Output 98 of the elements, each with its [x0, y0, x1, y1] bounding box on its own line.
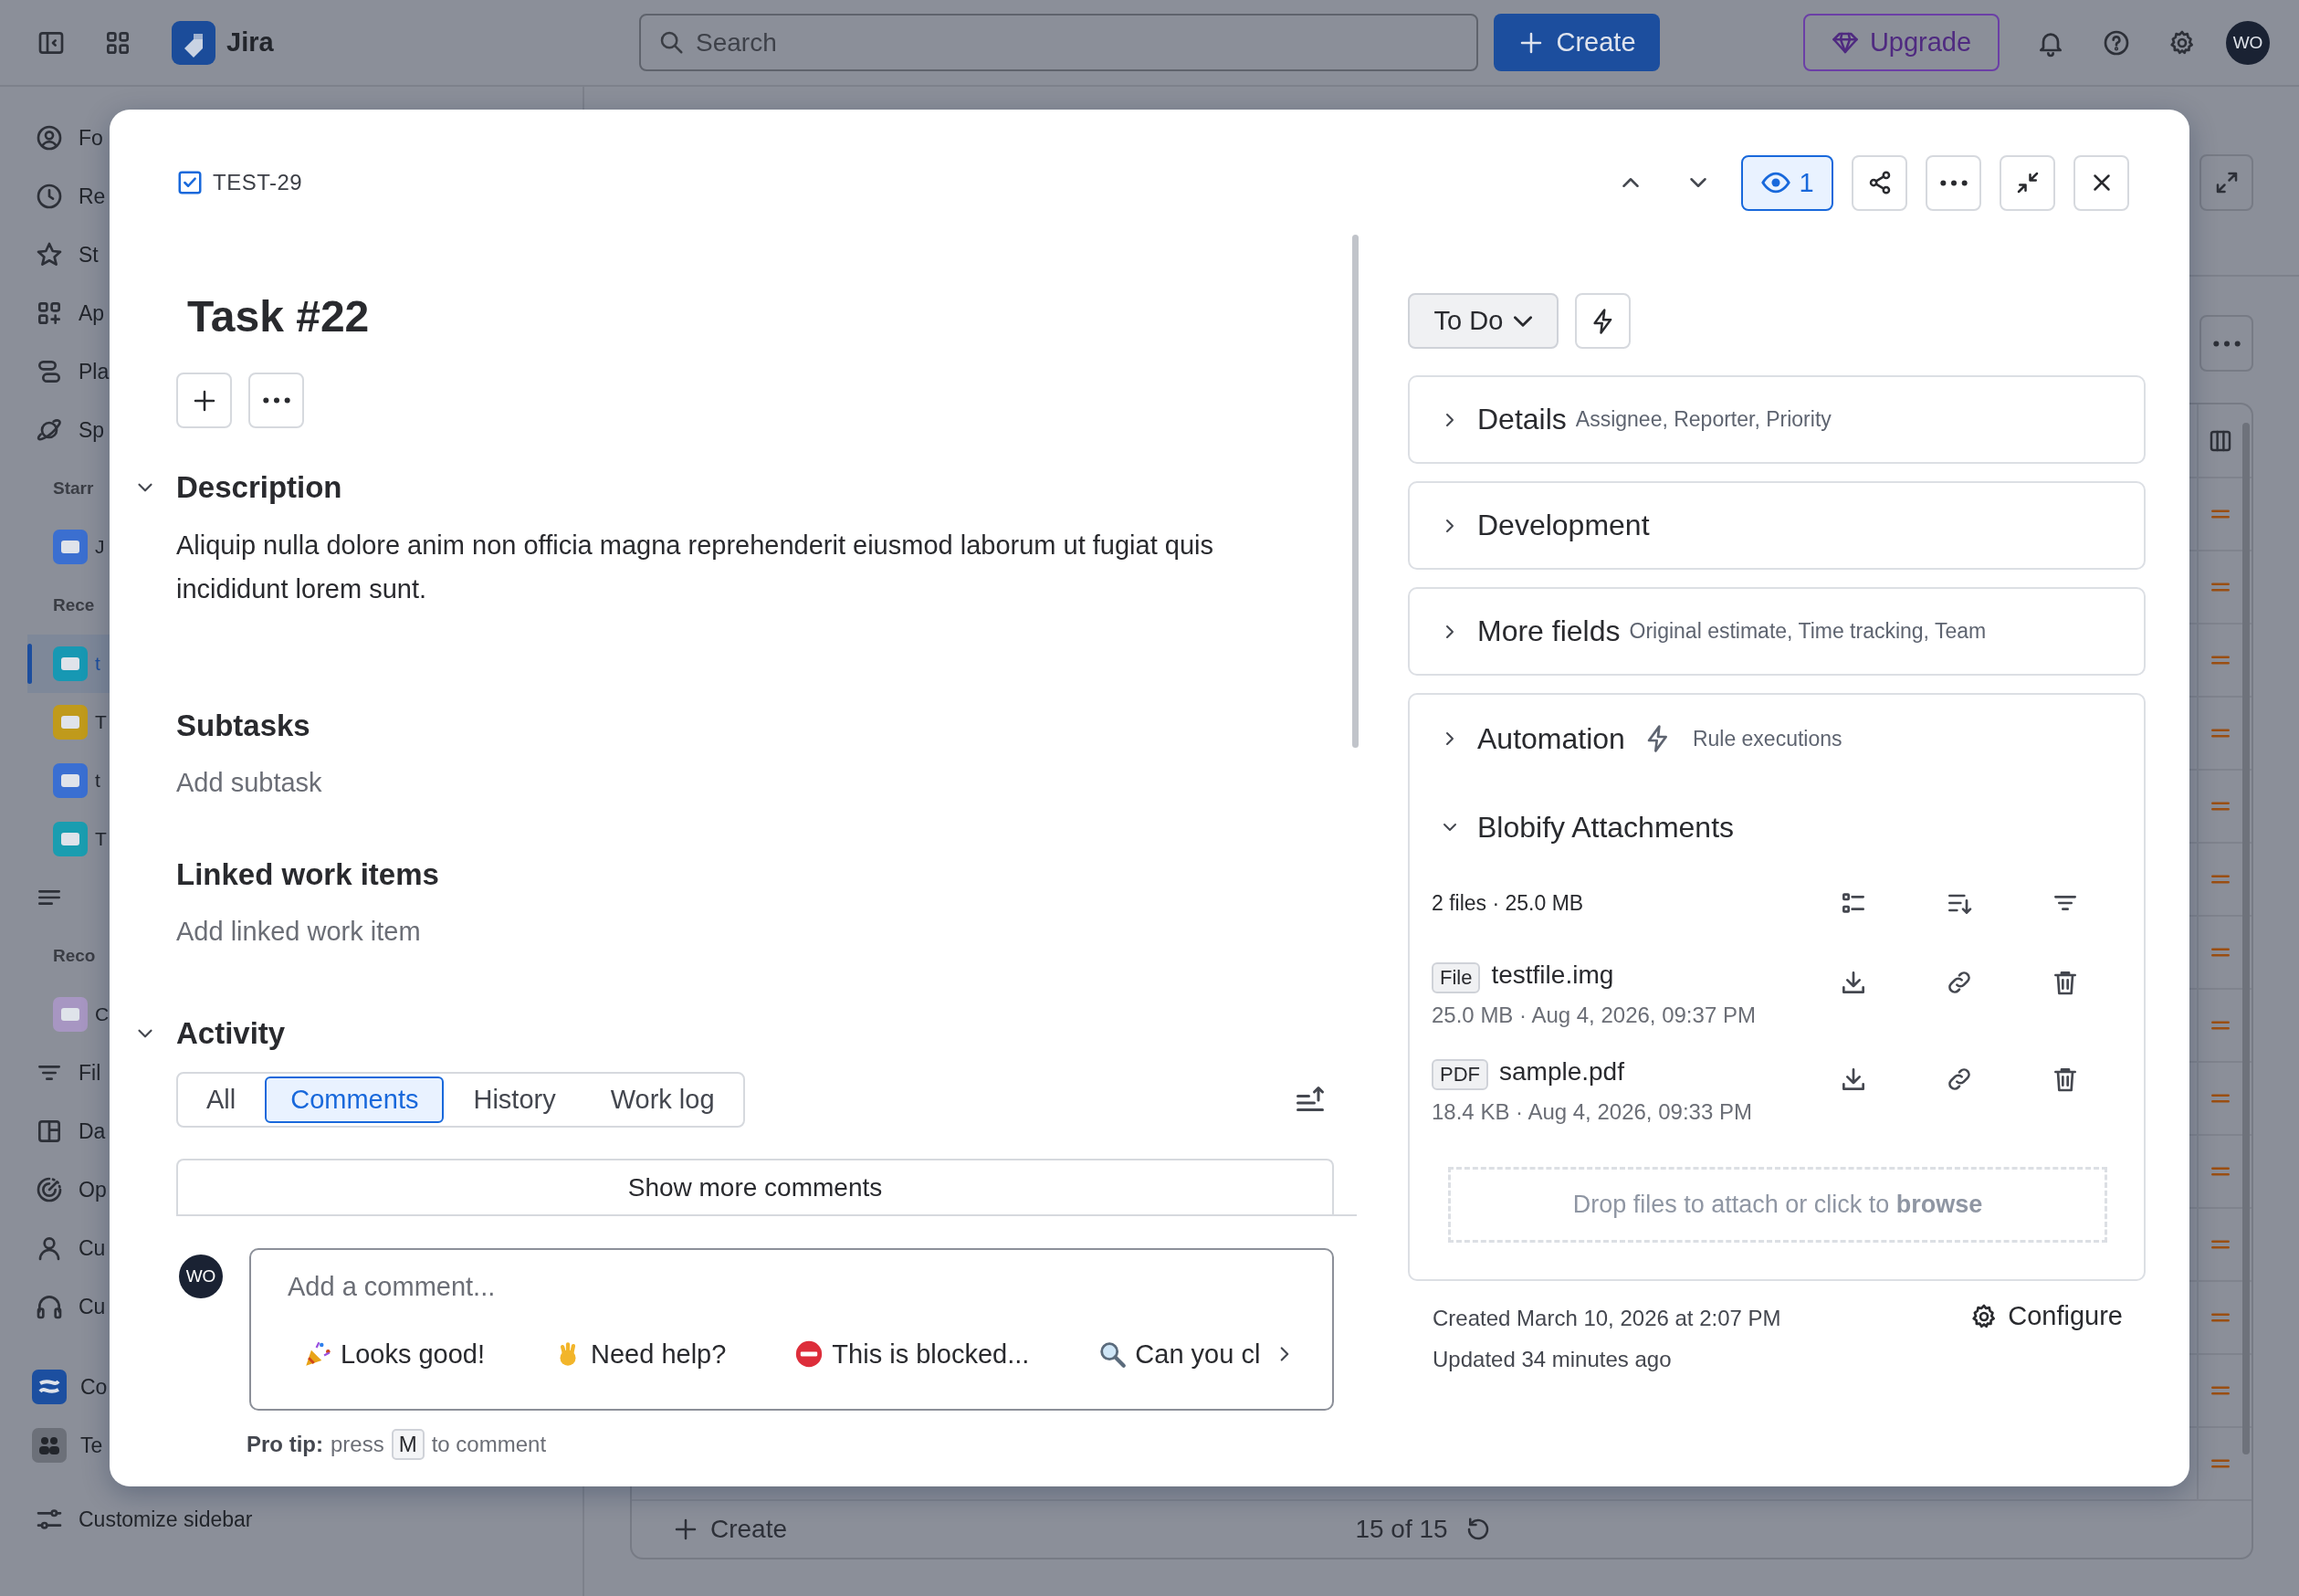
panel-title[interactable]: Automation — [1477, 721, 1625, 756]
file-meta: 18.4 KB · Aug 4, 2026, 09:33 PM — [1432, 1099, 1752, 1125]
radar-icon[interactable] — [35, 1175, 64, 1204]
activity-tab[interactable]: Work log — [584, 1076, 740, 1123]
logo-icon[interactable] — [172, 20, 215, 65]
section-heading: Description — [176, 470, 342, 505]
upgrade-button[interactable]: Upgrade — [1803, 14, 2000, 71]
pro-tip-text: press — [331, 1432, 384, 1457]
scrollbar[interactable] — [1352, 235, 1359, 748]
more-button[interactable] — [2199, 315, 2253, 372]
project-icon[interactable] — [53, 763, 88, 798]
file-name[interactable]: sample.pdf — [1499, 1057, 1624, 1087]
drop-zone[interactable]: Drop files to attach or click to browse — [1448, 1167, 2107, 1243]
status-dropdown[interactable]: To Do — [1408, 293, 1559, 349]
attachments-summary: 2 files · 25.0 MB — [1432, 890, 1584, 916]
activity-tab[interactable]: All — [181, 1076, 262, 1123]
sidebar-item[interactable]: Op — [79, 1177, 107, 1202]
automation-button[interactable] — [1575, 293, 1631, 349]
sidebar-item[interactable]: Re — [79, 184, 106, 209]
sidebar-item[interactable]: Fil — [79, 1060, 101, 1086]
search-field[interactable]: Search — [639, 14, 1478, 71]
sidebar-item[interactable]: J — [95, 536, 105, 558]
sidebar-heading: Reco — [53, 946, 96, 966]
watch-button[interactable]: 1 — [1741, 154, 1833, 211]
activity-tab[interactable]: History — [447, 1076, 582, 1123]
sidebar-item[interactable]: St — [79, 242, 99, 268]
caret-icon — [1514, 315, 1533, 327]
updated-date: Updated 34 minutes ago — [1433, 1346, 1673, 1373]
file-name[interactable]: testfile.img — [1491, 961, 1614, 990]
user-avatar: WO — [179, 1255, 223, 1298]
expand-button[interactable] — [2199, 154, 2253, 211]
product-name[interactable]: Jira — [226, 27, 274, 58]
project-icon[interactable] — [53, 646, 88, 681]
keyboard-key: M — [391, 1429, 425, 1460]
comment-field[interactable]: Add a comment... Looks good! Need help? This is blocked... Can you cl — [249, 1248, 1334, 1411]
more-icon — [262, 397, 290, 404]
clock-icon[interactable] — [35, 182, 64, 211]
customize-sidebar-link[interactable]: Customize sidebar — [79, 1507, 253, 1532]
pro-tip-text: to comment — [431, 1432, 547, 1457]
sidebar-item[interactable]: Te — [80, 1433, 103, 1458]
field-panel[interactable]: More fields Original estimate, Time tracking, Team — [1408, 587, 2146, 676]
add-button[interactable] — [176, 373, 232, 428]
sidebar-heading: Starr — [53, 478, 94, 499]
file-type-badge: File — [1432, 962, 1481, 993]
sidebar-item[interactable]: Cu — [79, 1235, 106, 1261]
file-meta: 25.0 MB · Aug 4, 2026, 09:37 PM — [1432, 1003, 1756, 1028]
user-circle-icon[interactable] — [35, 123, 64, 152]
scrollbar[interactable] — [2242, 423, 2250, 1454]
sidebar-item[interactable]: Sp — [79, 417, 105, 443]
user-avatar[interactable]: WO — [2226, 20, 2270, 65]
close-button[interactable] — [2073, 154, 2129, 211]
sidebar-item[interactable]: T — [95, 711, 107, 733]
issue-key[interactable]: TEST-29 — [213, 170, 303, 195]
sidebar-item[interactable]: t — [95, 770, 100, 792]
sidebar-item[interactable]: Cu — [79, 1294, 106, 1319]
more-icon — [2212, 340, 2241, 347]
section-heading: Linked work items — [176, 857, 439, 892]
description-text[interactable]: Aliquip nulla dolore anim non officia magna reprehenderit eiusmod laborum ut fugiat quis incididunt lorem sunt. — [176, 523, 1299, 611]
create-item-button[interactable]: Create — [668, 1511, 792, 1548]
suggestion-chip[interactable]: This is blocked... — [832, 1339, 1030, 1370]
section-heading: Activity — [176, 1016, 286, 1051]
item-count: 15 of 15 — [1355, 1515, 1448, 1544]
add-subtask-link[interactable]: Add subtask — [176, 762, 1334, 803]
panel-subtitle: Rule executions — [1692, 726, 1842, 751]
project-icon[interactable] — [53, 705, 88, 740]
project-icon[interactable] — [53, 822, 88, 856]
project-icon[interactable] — [53, 530, 88, 564]
task-checkbox-icon — [176, 169, 204, 196]
created-date: Created March 10, 2026 at 2:07 PM — [1433, 1305, 1781, 1332]
pro-tip-label: Pro tip: — [247, 1432, 323, 1457]
app-icon[interactable] — [32, 1428, 67, 1463]
suggestion-chip[interactable]: Need help? — [591, 1339, 727, 1370]
panel-title[interactable]: Blobify Attachments — [1477, 810, 1735, 845]
suggestion-chip[interactable]: Can you cl — [1135, 1339, 1261, 1370]
section-heading: Subtasks — [176, 709, 310, 743]
issue-title[interactable]: Task #22 — [187, 289, 1334, 344]
activity-tab[interactable]: Comments — [265, 1076, 445, 1123]
show-more-comments-button[interactable]: Show more comments — [176, 1159, 1334, 1214]
project-icon[interactable] — [53, 997, 88, 1032]
sidebar-item[interactable]: Da — [79, 1118, 106, 1144]
sidebar-item[interactable]: C — [95, 1003, 110, 1025]
file-type-badge: PDF — [1432, 1059, 1488, 1090]
field-panel[interactable]: Development — [1408, 481, 2146, 570]
share-button[interactable] — [1852, 154, 1907, 211]
suggestion-chip[interactable]: Looks good! — [341, 1339, 485, 1370]
collapse-button[interactable] — [2000, 154, 2055, 211]
sidebar-item[interactable]: Fo — [79, 125, 103, 151]
sidebar-item[interactable]: Pla — [79, 359, 110, 384]
configure-button[interactable]: Configure — [1969, 1301, 2123, 1331]
sidebar-item[interactable]: T — [95, 828, 107, 850]
sidebar-heading: Rece — [53, 595, 95, 615]
app-icon[interactable] — [32, 1370, 67, 1404]
sidebar-item[interactable]: Ap — [79, 300, 105, 326]
field-panel[interactable]: Details Assignee, Reporter, Priority — [1408, 375, 2146, 464]
sidebar-item[interactable]: Co — [80, 1374, 108, 1400]
create-button[interactable]: Create — [1494, 14, 1660, 71]
add-linked-item-link[interactable]: Add linked work item — [176, 911, 1334, 951]
more-icon — [1939, 179, 1968, 186]
